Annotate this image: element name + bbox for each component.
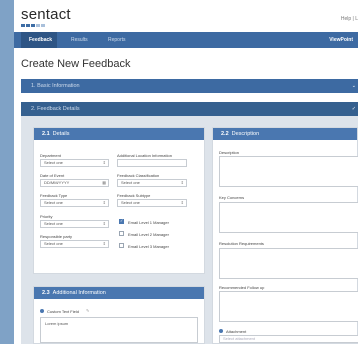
section-label: Basic Information [37, 83, 80, 89]
feedback-type-label: Feedback Type [40, 193, 68, 198]
attachment-radio-icon [219, 329, 223, 333]
description-textarea[interactable] [219, 156, 358, 187]
checkmark-icon: ✓ [351, 106, 356, 112]
department-select[interactable]: Select one ⇕ [40, 159, 109, 167]
classification-label: Feedback Classification [117, 173, 160, 178]
select-arrows-icon: ⇕ [180, 200, 184, 205]
email-level-3-checkbox[interactable] [119, 243, 124, 248]
key-concerns-label: Key Concerns [219, 195, 245, 200]
resolution-requirements-label: Resolution Requirements [219, 241, 264, 246]
attachment-label: Attachment [226, 329, 247, 334]
top-bar: sentact Help | L [14, 0, 358, 32]
department-label: Department [40, 153, 61, 158]
custom-text-field-label: Custom Text Field [47, 309, 79, 314]
description-card: 2.2 Description Description Key Concerns … [212, 127, 358, 344]
viewpoint-link[interactable]: ViewPoint [329, 32, 353, 48]
responsible-party-label: Responsible party [40, 234, 73, 239]
select-arrows-icon: ⇕ [180, 180, 184, 185]
tab-feedback[interactable]: Feedback [21, 32, 57, 48]
select-arrows-icon: ⇕ [102, 160, 106, 165]
subtype-label: Feedback Subtype [117, 193, 151, 198]
priority-label: Priority [40, 214, 53, 219]
date-of-event-label: Date of Event [40, 173, 65, 178]
section-number: 2. [31, 106, 36, 112]
section-feedback-details[interactable]: 2. Feedback Details ✓ [21, 102, 358, 116]
tab-results[interactable]: Results [63, 32, 96, 48]
email-level-2-checkbox[interactable] [119, 231, 124, 236]
details-card-header: 2.1 Details [34, 128, 204, 140]
page: sentact Help | L Feedback Results Report… [14, 0, 358, 344]
tab-reports[interactable]: Reports [100, 32, 134, 48]
main-nav: Feedback Results Reports ViewPoint [14, 32, 358, 48]
section-basic-information[interactable]: 1. Basic Information ⌄ [21, 79, 358, 93]
details-card: 2.1 Details Department Select one ⇕ Additi… [33, 127, 205, 274]
help-link[interactable]: Help | L [341, 16, 358, 22]
additional-info-card: 2.3 Additional Information Custom Text Fi… [33, 286, 205, 344]
priority-select[interactable]: Select one ⇕ [40, 220, 109, 228]
logo-bars-icon [21, 24, 47, 27]
select-arrows-icon: ⇕ [102, 200, 106, 205]
email-level-2-label: Email Level 2 Manager [128, 232, 169, 237]
email-level-3-label: Email Level 3 Manager [128, 244, 169, 249]
description-label: Description [219, 150, 240, 155]
recommended-follow-up-textarea[interactable] [219, 291, 358, 322]
pencil-icon[interactable]: ✎ [86, 308, 89, 313]
feedback-type-select[interactable]: Select one ⇕ [40, 199, 109, 207]
responsible-party-select[interactable]: Select one ⇕ [40, 240, 109, 248]
brand-logo: sentact [21, 6, 71, 23]
select-arrows-icon: ⇕ [102, 221, 106, 226]
chevron-down-icon: ⌄ [351, 83, 356, 89]
select-arrows-icon: ⇕ [102, 241, 106, 246]
additional-info-card-header: 2.3 Additional Information [34, 287, 204, 299]
custom-field-radio-icon [40, 309, 44, 313]
additional-location-label: Additional Location Information [117, 153, 172, 158]
description-card-header: 2.2 Description [213, 128, 357, 140]
date-of-event-input[interactable]: DD/MM/YYYY ▦ [40, 179, 109, 187]
page-title: Create New Feedback [21, 58, 131, 70]
additional-location-input[interactable] [117, 159, 187, 167]
attachment-input[interactable]: Select attachment [219, 335, 358, 343]
subtype-select[interactable]: Select one ⇕ [117, 199, 187, 207]
section-label: Feedback Details [37, 106, 80, 112]
custom-text-field-input[interactable]: Lorem ipsum [40, 317, 198, 343]
email-level-1-checkbox[interactable] [119, 218, 124, 224]
recommended-follow-up-label: Recommended Follow up [219, 285, 265, 290]
email-level-1-label: Email Level 1 Manager [128, 220, 169, 225]
key-concerns-textarea[interactable] [219, 202, 358, 233]
calendar-icon: ▦ [102, 180, 106, 185]
resolution-requirements-textarea[interactable] [219, 248, 358, 279]
classification-select[interactable]: Select one ⇕ [117, 179, 187, 187]
section-number: 1. [31, 83, 36, 89]
